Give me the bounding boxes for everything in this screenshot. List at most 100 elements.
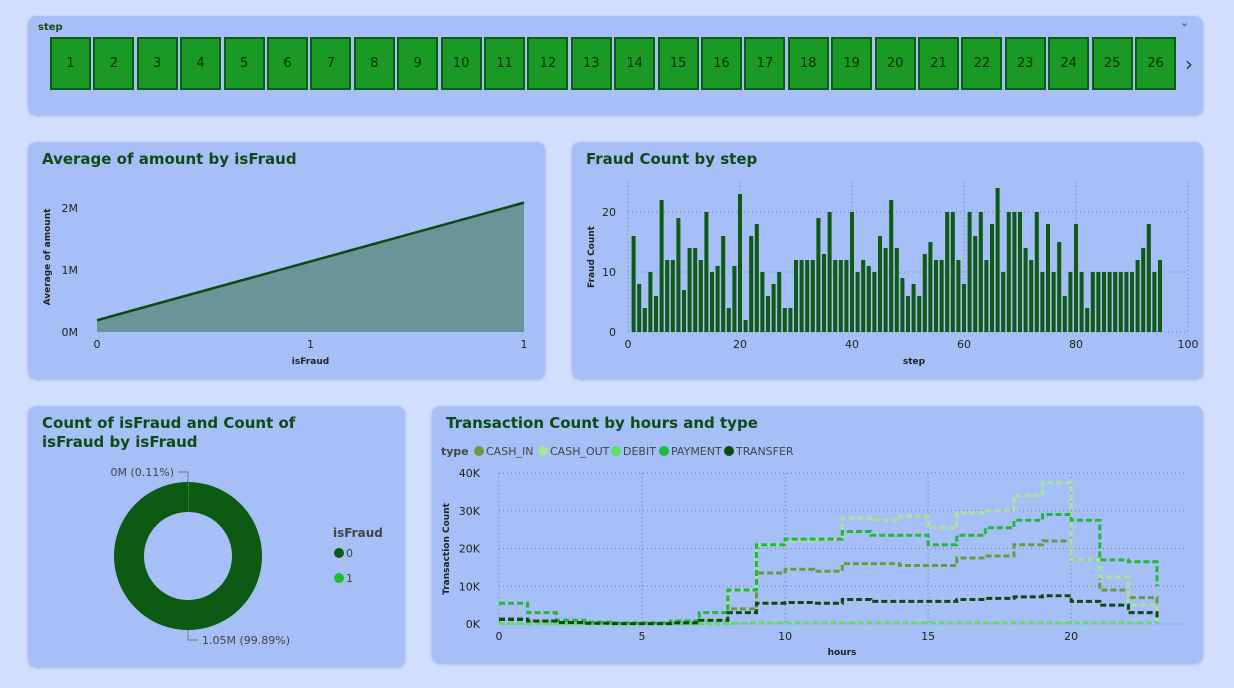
- bar[interactable]: [827, 212, 832, 332]
- bar[interactable]: [1034, 212, 1039, 332]
- bar[interactable]: [653, 296, 659, 332]
- bar[interactable]: [1090, 272, 1095, 332]
- bar[interactable]: [777, 272, 782, 332]
- legend-marker[interactable]: [538, 446, 548, 456]
- slicer-tile[interactable]: 10: [440, 37, 482, 90]
- bar[interactable]: [922, 254, 927, 332]
- series-line[interactable]: [499, 539, 1159, 626]
- bar[interactable]: [1029, 260, 1034, 332]
- bar[interactable]: [732, 266, 737, 332]
- bar[interactable]: [693, 248, 698, 332]
- bar[interactable]: [984, 260, 989, 332]
- slicer-tile[interactable]: 17: [744, 37, 786, 90]
- slicer-tile[interactable]: 1: [50, 37, 91, 90]
- bar[interactable]: [704, 212, 709, 332]
- bar[interactable]: [670, 260, 675, 332]
- slicer-tile[interactable]: 14: [614, 37, 656, 90]
- bar[interactable]: [1101, 272, 1107, 332]
- legend-marker[interactable]: [724, 446, 734, 456]
- slicer-tile[interactable]: 25: [1091, 37, 1133, 90]
- series-line[interactable]: [499, 513, 1159, 625]
- bar[interactable]: [648, 272, 653, 332]
- bar[interactable]: [637, 284, 642, 332]
- legend-marker[interactable]: [334, 573, 344, 583]
- bar[interactable]: [1146, 224, 1151, 332]
- slicer-tile[interactable]: 15: [657, 37, 699, 90]
- bar[interactable]: [877, 236, 883, 332]
- bar[interactable]: [1073, 224, 1079, 332]
- bar[interactable]: [771, 284, 776, 332]
- bar[interactable]: [765, 296, 771, 332]
- bar[interactable]: [883, 248, 888, 332]
- donut-slice[interactable]: [114, 482, 263, 630]
- bar[interactable]: [900, 278, 905, 332]
- bar[interactable]: [844, 260, 849, 332]
- bar[interactable]: [939, 260, 944, 332]
- bar[interactable]: [1107, 272, 1112, 332]
- bar[interactable]: [821, 254, 827, 332]
- bar[interactable]: [1124, 272, 1129, 332]
- bar[interactable]: [1017, 212, 1023, 332]
- bar[interactable]: [1006, 212, 1011, 332]
- slicer-tile[interactable]: 23: [1004, 37, 1046, 90]
- bar[interactable]: [1113, 272, 1118, 332]
- slicer-tile[interactable]: 22: [961, 37, 1003, 90]
- bar[interactable]: [793, 260, 799, 332]
- legend-label[interactable]: 0: [346, 547, 353, 560]
- bar[interactable]: [1141, 248, 1146, 332]
- bar[interactable]: [928, 242, 933, 332]
- bar[interactable]: [961, 284, 967, 332]
- bar[interactable]: [721, 236, 726, 332]
- bar[interactable]: [659, 200, 664, 332]
- legend-marker[interactable]: [659, 446, 669, 456]
- bar[interactable]: [1001, 272, 1006, 332]
- bar[interactable]: [989, 224, 995, 332]
- bar[interactable]: [861, 260, 866, 332]
- slicer-tile[interactable]: 21: [918, 37, 959, 90]
- bar[interactable]: [1051, 272, 1056, 332]
- bar[interactable]: [945, 212, 950, 332]
- bar[interactable]: [760, 272, 765, 332]
- bar[interactable]: [1118, 272, 1123, 332]
- bar[interactable]: [698, 260, 703, 332]
- bar[interactable]: [788, 308, 793, 332]
- bar[interactable]: [833, 260, 838, 332]
- bar[interactable]: [1135, 260, 1140, 332]
- slicer-tile[interactable]: 9: [397, 37, 439, 90]
- slicer-tile[interactable]: 3: [136, 37, 178, 90]
- slicer-tile[interactable]: 4: [180, 37, 222, 90]
- legend-label[interactable]: CASH_IN: [486, 445, 533, 458]
- bar[interactable]: [726, 308, 731, 332]
- bar[interactable]: [1023, 248, 1028, 332]
- bar[interactable]: [967, 212, 972, 332]
- slicer-tile[interactable]: 11: [484, 37, 525, 90]
- bar[interactable]: [849, 212, 855, 332]
- bar[interactable]: [687, 248, 692, 332]
- legend-label[interactable]: PAYMENT: [671, 445, 722, 458]
- bar[interactable]: [1079, 272, 1084, 332]
- bar[interactable]: [749, 236, 754, 332]
- slicer-tile[interactable]: 18: [787, 37, 829, 90]
- bar[interactable]: [978, 212, 983, 332]
- bar[interactable]: [743, 320, 748, 332]
- bar[interactable]: [1062, 296, 1067, 332]
- legend-label[interactable]: DEBIT: [623, 445, 656, 458]
- bar[interactable]: [810, 260, 815, 332]
- bar[interactable]: [872, 272, 877, 332]
- bar[interactable]: [709, 272, 715, 332]
- bar[interactable]: [737, 194, 743, 332]
- slicer-tile[interactable]: 2: [93, 37, 135, 90]
- bar[interactable]: [782, 308, 787, 332]
- bar[interactable]: [799, 260, 804, 332]
- bar[interactable]: [1129, 272, 1135, 332]
- bar[interactable]: [911, 284, 916, 332]
- bar[interactable]: [889, 200, 894, 332]
- bar[interactable]: [1040, 272, 1045, 332]
- bar[interactable]: [631, 236, 636, 332]
- slicer-tile[interactable]: 19: [831, 37, 873, 90]
- bar[interactable]: [1057, 242, 1062, 332]
- bar[interactable]: [894, 248, 899, 332]
- slicer-tile[interactable]: 5: [223, 37, 265, 90]
- bar[interactable]: [1085, 308, 1090, 332]
- slicer-tile[interactable]: 7: [310, 37, 352, 90]
